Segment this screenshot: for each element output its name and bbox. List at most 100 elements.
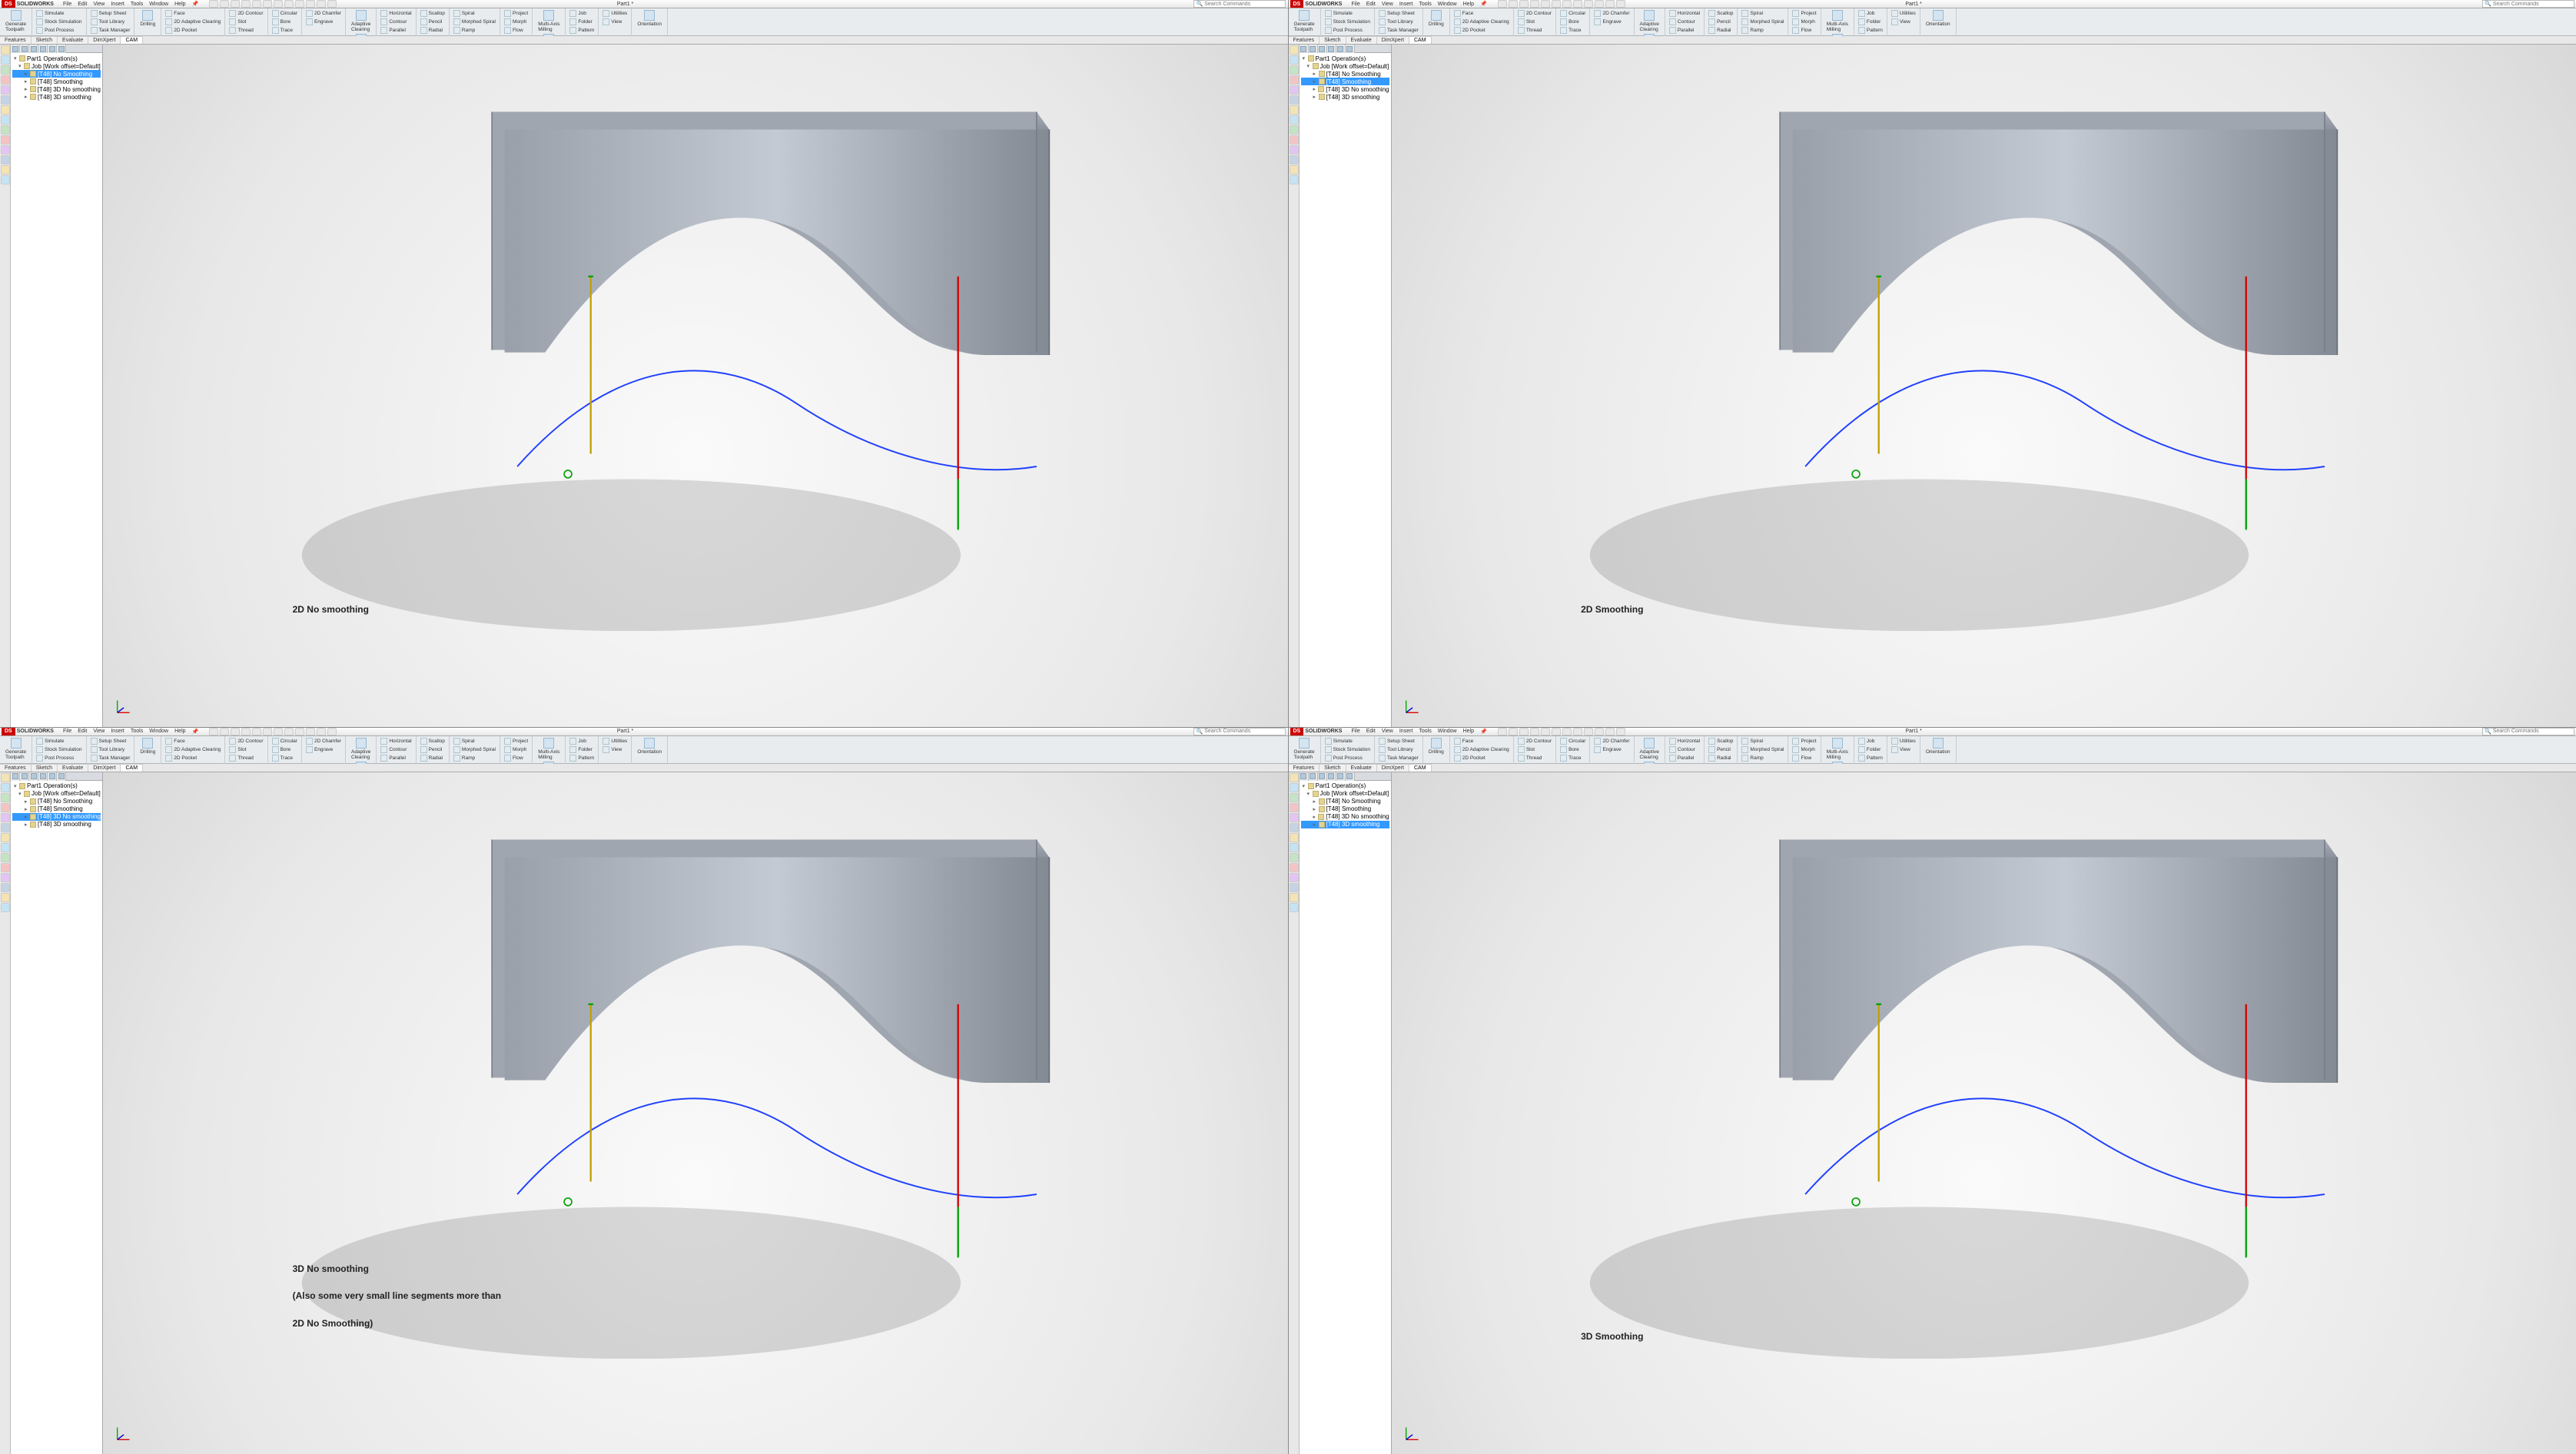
tab-sketch[interactable]: Sketch xyxy=(32,36,58,44)
toolbar-button[interactable] xyxy=(1290,853,1299,862)
ribbon-orientation[interactable]: Orientation xyxy=(1923,737,1954,755)
ribbon-drilling[interactable]: Drilling xyxy=(137,737,158,755)
menu-pin-icon[interactable]: 📌 xyxy=(1477,1,1490,7)
ribbon-engrave[interactable]: Engrave xyxy=(1592,18,1631,26)
ribbon-post-process[interactable]: Post Process xyxy=(35,754,83,762)
ribbon-2d-pocket[interactable]: 2D Pocket xyxy=(164,26,222,35)
ribbon-simulate[interactable]: Simulate xyxy=(35,737,83,745)
menu-help[interactable]: Help xyxy=(171,2,188,7)
ribbon-slot[interactable]: Slot xyxy=(1516,18,1553,26)
ribbon-view[interactable]: View xyxy=(601,18,629,26)
toolbar-button[interactable] xyxy=(1,783,10,792)
menu-insert[interactable]: Insert xyxy=(1396,729,1416,734)
ribbon-engrave[interactable]: Engrave xyxy=(304,18,343,26)
toolbar-button[interactable] xyxy=(1,175,10,184)
ribbon-2d-adaptive-clearing[interactable]: 2D Adaptive Clearing xyxy=(164,18,222,26)
ribbon-horizontal[interactable]: Horizontal xyxy=(1668,9,1701,18)
menu-help[interactable]: Help xyxy=(1460,729,1477,734)
qat-button[interactable] xyxy=(220,0,229,8)
ribbon-setup-sheet[interactable]: Setup Sheet xyxy=(1377,9,1420,18)
qat-button[interactable] xyxy=(306,0,315,8)
ribbon-scallop[interactable]: Scallop xyxy=(1707,9,1734,18)
ribbon-setup-sheet[interactable]: Setup Sheet xyxy=(89,9,132,18)
menu-insert[interactable]: Insert xyxy=(108,2,128,7)
ribbon-folder[interactable]: Folder xyxy=(568,745,596,754)
ribbon-ramp[interactable]: Ramp xyxy=(452,26,497,35)
tree-tab[interactable] xyxy=(11,45,20,53)
ribbon-utilities[interactable]: Utilities xyxy=(601,737,629,745)
qat-button[interactable] xyxy=(209,0,218,8)
menu-file[interactable]: File xyxy=(1348,729,1363,734)
ribbon-parallel[interactable]: Parallel xyxy=(379,26,413,35)
ribbon-contour[interactable]: Contour xyxy=(1668,18,1701,26)
qat-button[interactable] xyxy=(1541,0,1550,8)
toolbar-button[interactable] xyxy=(1,823,10,832)
tree-job[interactable]: ▾Job [Work offset=Default] xyxy=(1301,790,1389,798)
ribbon-circular[interactable]: Circular xyxy=(1559,9,1587,18)
tree-operation[interactable]: ▸[T48] Smoothing xyxy=(12,805,101,813)
tree-tab[interactable] xyxy=(57,772,66,781)
toolbar-button[interactable] xyxy=(1,135,10,144)
toolbar-button[interactable] xyxy=(1290,783,1299,792)
search-input[interactable] xyxy=(1204,2,1283,7)
ribbon-2d-chamfer[interactable]: 2D Chamfer xyxy=(1592,9,1631,18)
ribbon-generate-toolpath[interactable]: GenerateToolpath xyxy=(1291,9,1318,33)
ribbon-stock-simulation[interactable]: Stock Simulation xyxy=(35,18,83,26)
qat-button[interactable] xyxy=(231,728,240,735)
menu-edit[interactable]: Edit xyxy=(1363,2,1379,7)
ribbon-stock-simulation[interactable]: Stock Simulation xyxy=(35,745,83,754)
ribbon-parallel[interactable]: Parallel xyxy=(379,754,413,762)
feature-tree[interactable]: ▾Part1 Operation(s)▾Job [Work offset=Def… xyxy=(11,53,102,727)
tree-operation[interactable]: ▸[T48] No Smoothing xyxy=(1301,70,1389,78)
ribbon-contour[interactable]: Contour xyxy=(379,18,413,26)
qat-button[interactable] xyxy=(1530,728,1539,735)
ribbon-trace[interactable]: Trace xyxy=(271,26,299,35)
qat-button[interactable] xyxy=(306,728,315,735)
toolbar-button[interactable] xyxy=(1290,833,1299,842)
ribbon-2d-adaptive-clearing[interactable]: 2D Adaptive Clearing xyxy=(1452,745,1511,754)
toolbar-button[interactable] xyxy=(1,833,10,842)
qat-button[interactable] xyxy=(1519,728,1529,735)
toolbar-button[interactable] xyxy=(1290,75,1299,85)
menu-help[interactable]: Help xyxy=(1460,2,1477,7)
ribbon-orientation[interactable]: Orientation xyxy=(1923,9,1954,28)
tree-operation[interactable]: ▸[T48] 3D smoothing xyxy=(1301,93,1389,101)
tab-evaluate[interactable]: Evaluate xyxy=(58,764,88,772)
tab-evaluate[interactable]: Evaluate xyxy=(58,36,88,44)
ribbon-job[interactable]: Job xyxy=(568,9,596,18)
qat-button[interactable] xyxy=(252,728,261,735)
ribbon-project[interactable]: Project xyxy=(503,9,529,18)
menu-pin-icon[interactable]: 📌 xyxy=(1477,729,1490,735)
tree-job[interactable]: ▾Job [Work offset=Default] xyxy=(1301,62,1389,70)
ribbon-tool-library[interactable]: Tool Library xyxy=(1377,18,1420,26)
3d-viewport[interactable]: 3D No smoothing(Also some very small lin… xyxy=(103,772,1288,1454)
menu-tools[interactable]: Tools xyxy=(1416,729,1434,734)
ribbon-contour[interactable]: Contour xyxy=(1668,745,1701,754)
tree-tab[interactable] xyxy=(48,772,57,781)
ribbon-folder[interactable]: Folder xyxy=(1857,745,1884,754)
qat-button[interactable] xyxy=(1509,728,1518,735)
qat-button[interactable] xyxy=(241,728,251,735)
ribbon-project[interactable]: Project xyxy=(1791,9,1817,18)
toolbar-button[interactable] xyxy=(1,115,10,124)
ribbon-generate-toolpath[interactable]: GenerateToolpath xyxy=(1291,737,1318,761)
ribbon-view[interactable]: View xyxy=(1890,18,1917,26)
tree-tab[interactable] xyxy=(29,45,38,53)
ribbon-slot[interactable]: Slot xyxy=(1516,745,1553,754)
ribbon-2d-contour[interactable]: 2D Contour xyxy=(1516,9,1553,18)
menu-edit[interactable]: Edit xyxy=(75,729,90,734)
qat-button[interactable] xyxy=(1552,728,1561,735)
ribbon-morph[interactable]: Morph xyxy=(1791,745,1817,754)
tab-features[interactable]: Features xyxy=(0,36,32,44)
tree-tab[interactable] xyxy=(20,45,29,53)
tree-tab[interactable] xyxy=(1309,45,1318,53)
3d-viewport[interactable]: 3D Smoothing xyxy=(1392,772,2576,1454)
menu-window[interactable]: Window xyxy=(146,729,171,734)
menu-insert[interactable]: Insert xyxy=(108,729,128,734)
ribbon-pattern[interactable]: Pattern xyxy=(568,26,596,35)
toolbar-button[interactable] xyxy=(1,95,10,105)
menu-tools[interactable]: Tools xyxy=(128,729,146,734)
menu-file[interactable]: File xyxy=(1348,2,1363,7)
ribbon-orientation[interactable]: Orientation xyxy=(634,737,665,755)
ribbon-horizontal[interactable]: Horizontal xyxy=(379,9,413,18)
